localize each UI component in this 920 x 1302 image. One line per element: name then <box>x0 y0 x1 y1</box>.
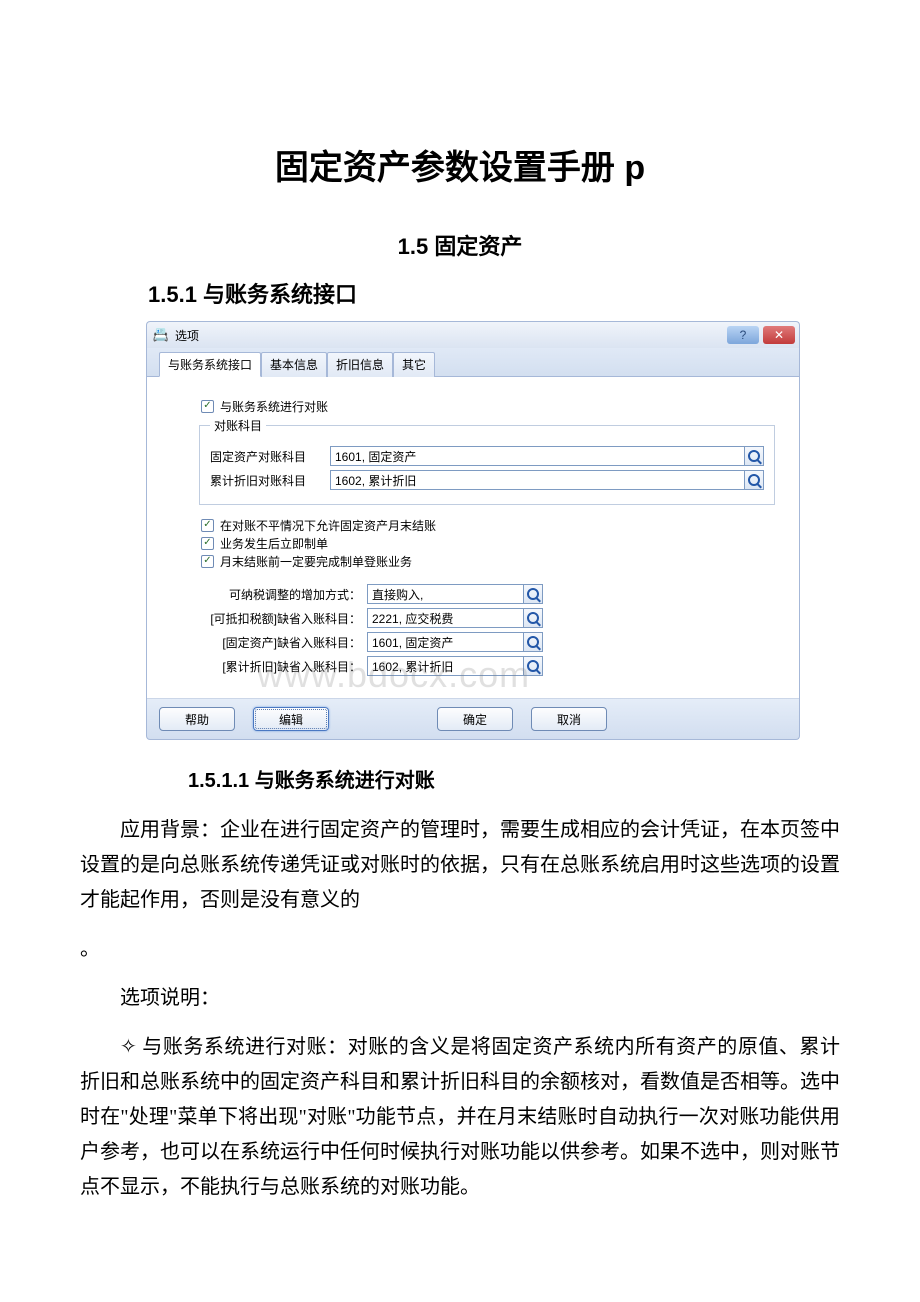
input-accum-dep-account[interactable]: 1602, 累计折旧 <box>330 470 764 490</box>
lookup-dep-default[interactable] <box>523 657 542 675</box>
value-tax-adjust-method: 直接购入, <box>372 586 423 603</box>
value-deductible-tax-default: 2221, 应交税费 <box>372 610 453 627</box>
value-dep-default: 1602, 累计折旧 <box>372 658 453 675</box>
magnifier-icon <box>527 612 539 624</box>
dialog-close-button[interactable]: ✕ <box>763 326 795 344</box>
magnifier-icon <box>748 450 760 462</box>
checkbox-allow-unbalanced[interactable]: ✓ <box>201 519 214 532</box>
cancel-button[interactable]: 取消 <box>531 707 607 731</box>
value-fixed-asset-account: 1601, 固定资产 <box>335 448 416 465</box>
checkbox-reconcile-label: 与账务系统进行对账 <box>220 398 328 415</box>
dialog-title-text: 选项 <box>175 327 723 344</box>
checkbox-immediate-voucher-label: 业务发生后立即制单 <box>220 535 328 552</box>
checkbox-reconcile[interactable]: ✓ <box>201 400 214 413</box>
label-fixed-asset-account: 固定资产对账科目 <box>210 448 330 465</box>
checkbox-allow-unbalanced-label: 在对账不平情况下允许固定资产月末结账 <box>220 517 436 534</box>
magnifier-icon <box>527 636 539 648</box>
input-deductible-tax-default[interactable]: 2221, 应交税费 <box>367 608 543 628</box>
fieldset-legend: 对账科目 <box>210 417 266 434</box>
tab-basic-info[interactable]: 基本信息 <box>261 352 327 377</box>
checkbox-immediate-voucher[interactable]: ✓ <box>201 537 214 550</box>
magnifier-icon <box>527 660 539 672</box>
lookup-tax-adjust-method[interactable] <box>523 585 542 603</box>
tab-depreciation-info[interactable]: 折旧信息 <box>327 352 393 377</box>
dialog-footer: 帮助 编辑 确定 取消 <box>146 699 800 740</box>
dialog-tabs: 与账务系统接口 基本信息 折旧信息 其它 <box>147 348 799 377</box>
label-fixed-default: [固定资产]缺省入账科目： <box>193 634 367 651</box>
dialog-help-button[interactable]: ? <box>727 326 759 344</box>
label-dep-default: [累计折旧]缺省入账科目： <box>193 658 367 675</box>
input-dep-default[interactable]: 1602, 累计折旧 <box>367 656 543 676</box>
input-fixed-asset-account[interactable]: 1601, 固定资产 <box>330 446 764 466</box>
ok-button[interactable]: 确定 <box>437 707 513 731</box>
dialog-icon: 📇 <box>153 327 169 343</box>
edit-button[interactable]: 编辑 <box>253 707 329 731</box>
subsub-heading: 1.5.1.1 与账务系统进行对账 <box>188 764 840 793</box>
label-deductible-tax-default: [可抵扣税额]缺省入账科目： <box>193 610 367 627</box>
paragraph-background: 应用背景：企业在进行固定资产的管理时，需要生成相应的会计凭证，在本页签中设置的是… <box>80 813 840 918</box>
dialog-titlebar: 📇 选项 ? ✕ <box>146 321 800 348</box>
value-fixed-default: 1601, 固定资产 <box>372 634 453 651</box>
doc-title: 固定资产参数设置手册 p <box>80 140 840 189</box>
lookup-accum-dep-account[interactable] <box>744 471 763 489</box>
subsection-heading: 1.5.1 与账务系统接口 <box>148 277 840 309</box>
paragraph-option-reconcile: ✧ 与账务系统进行对账：对账的含义是将固定资产系统内所有资产的原值、累计折旧和总… <box>80 1030 840 1205</box>
input-tax-adjust-method[interactable]: 直接购入, <box>367 584 543 604</box>
label-accum-dep-account: 累计折旧对账科目 <box>210 472 330 489</box>
checkbox-complete-before-close[interactable]: ✓ <box>201 555 214 568</box>
input-fixed-default[interactable]: 1601, 固定资产 <box>367 632 543 652</box>
label-tax-adjust-method: 可纳税调整的增加方式： <box>193 586 367 603</box>
fieldset-reconcile-accounts: 对账科目 固定资产对账科目 1601, 固定资产 累计折旧对账科目 1602, … <box>199 417 775 505</box>
lookup-deductible-tax-default[interactable] <box>523 609 542 627</box>
value-accum-dep-account: 1602, 累计折旧 <box>335 472 416 489</box>
lookup-fixed-default[interactable] <box>523 633 542 651</box>
help-button[interactable]: 帮助 <box>159 707 235 731</box>
paragraph-background-tail: 。 <box>80 932 840 967</box>
magnifier-icon <box>748 474 760 486</box>
lookup-fixed-asset-account[interactable] <box>744 447 763 465</box>
magnifier-icon <box>527 588 539 600</box>
checkbox-complete-before-close-label: 月末结账前一定要完成制单登账业务 <box>220 553 412 570</box>
tab-other[interactable]: 其它 <box>393 352 435 377</box>
options-dialog: 📇 选项 ? ✕ 与账务系统接口 基本信息 折旧信息 其它 ✓ 与账务系统进行对… <box>146 321 800 740</box>
paragraph-options-label: 选项说明： <box>80 981 840 1016</box>
tab-account-interface[interactable]: 与账务系统接口 <box>159 352 261 377</box>
section-heading: 1.5 固定资产 <box>80 229 840 261</box>
